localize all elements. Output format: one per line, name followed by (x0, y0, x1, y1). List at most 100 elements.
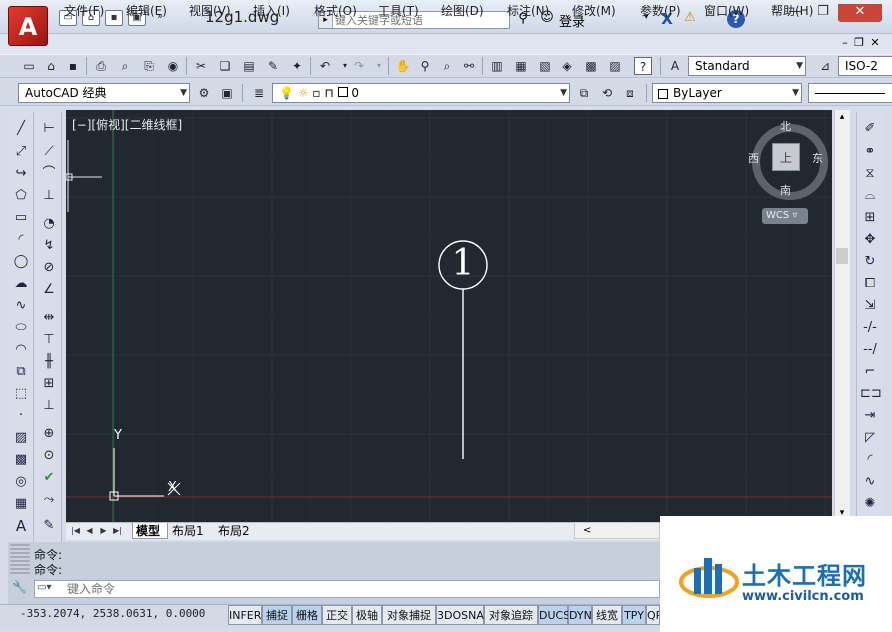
status-infer-button[interactable]: INFER (228, 605, 262, 625)
close-button[interactable]: ✕ (838, 4, 882, 22)
help-toolbar-icon[interactable]: ? (634, 57, 652, 75)
menu-help[interactable]: 帮助(H) (771, 2, 813, 18)
text-style-icon[interactable]: A (666, 57, 684, 75)
undo-icon[interactable]: ↶ (316, 57, 334, 75)
doc-minimize-button[interactable]: – (838, 36, 852, 50)
layer-previous-icon[interactable]: ⟲ (598, 84, 616, 102)
tab-layout2[interactable]: 布局2 (218, 523, 260, 539)
aligned-dimension-icon[interactable]: ⟋ (39, 143, 59, 161)
dimension-style-dropdown[interactable]: ISO-2 (838, 56, 892, 76)
dimension-style-icon[interactable]: ⊿ (816, 57, 834, 75)
stretch-icon[interactable]: ⇲ (860, 297, 880, 315)
tab-model[interactable]: 模型 (132, 523, 168, 539)
menu-view[interactable]: 视图(V) (189, 2, 231, 18)
region-icon[interactable]: ◎ (11, 473, 31, 491)
menu-draw[interactable]: 绘图(D) (441, 2, 484, 18)
drawing-canvas[interactable]: 1 Y X 上 北 南 西 东 WCS ▿ (66, 110, 832, 522)
polyline-icon[interactable]: ↪ (11, 165, 31, 183)
tab-next-icon[interactable]: ▶ (98, 524, 109, 537)
fillet-icon[interactable]: ◜ (860, 451, 880, 469)
command-input[interactable] (67, 581, 647, 597)
redo-dropdown-icon[interactable]: ▾ (370, 57, 388, 75)
vertical-scrollbar[interactable] (834, 110, 850, 522)
status-ortho-button[interactable]: 正交 (322, 605, 352, 625)
menu-edit[interactable]: 编辑(E) (126, 2, 167, 18)
chamfer-icon[interactable]: ◸ (860, 429, 880, 447)
application-menu-button[interactable]: A (8, 6, 48, 46)
continue-dimension-icon[interactable]: ╫ (39, 353, 59, 371)
linear-dimension-icon[interactable]: ⊢ (39, 120, 59, 138)
menu-parametric[interactable]: 参数(P) (640, 2, 681, 18)
hatch-icon[interactable]: ▨ (11, 429, 31, 447)
revision-cloud-icon[interactable]: ☁ (11, 275, 31, 293)
status-snap-button[interactable]: 捕捉 (262, 605, 292, 625)
status-polar-button[interactable]: 极轴 (352, 605, 382, 625)
status-ducs-button[interactable]: DUCS (538, 605, 570, 625)
print-icon[interactable]: ⎙ (92, 57, 110, 75)
command-window-grip[interactable] (10, 544, 30, 576)
status-grid-button[interactable]: 栅格 (292, 605, 322, 625)
zoom-realtime-icon[interactable]: ⚲ (416, 57, 434, 75)
command-input-box[interactable]: ▭▾ (34, 580, 660, 598)
menu-window[interactable]: 窗口(W) (704, 2, 749, 18)
trim-icon[interactable]: -/- (860, 319, 880, 337)
open-icon[interactable]: ⌂ (42, 57, 60, 75)
viewcube-west[interactable]: 西 (748, 150, 762, 165)
baseline-dimension-icon[interactable]: ⊤ (39, 331, 59, 349)
center-mark-icon[interactable]: ⊙ (39, 447, 59, 465)
jogged-dimension-icon[interactable]: ↯ (39, 237, 59, 255)
radius-dimension-icon[interactable]: ◔ (39, 215, 59, 233)
linetype-dropdown[interactable] (808, 83, 892, 103)
status-lineweight-button[interactable]: 线宽 (592, 605, 622, 625)
sheet-set-icon[interactable]: ◈ (558, 57, 576, 75)
make-block-icon[interactable]: ⬚ (11, 385, 31, 403)
markup-icon[interactable]: ▩ (582, 57, 600, 75)
status-tpy-button[interactable]: TPY (622, 605, 646, 625)
break-icon[interactable]: ⊏⊐ (860, 385, 882, 403)
pan-icon[interactable]: ✋ (394, 57, 412, 75)
tab-prev-icon[interactable]: ◀ (84, 524, 95, 537)
clean-screen-icon[interactable]: ▣ (218, 84, 236, 102)
menu-tools[interactable]: 工具(T) (378, 2, 419, 18)
construction-line-icon[interactable]: ⤢ (11, 143, 31, 161)
rotate-icon[interactable]: ↻ (860, 253, 880, 271)
ellipse-arc-icon[interactable]: ◠ (11, 341, 31, 359)
status-3dosnap-button[interactable]: 3DOSNAP (436, 605, 491, 625)
make-current-layer-icon[interactable]: ⧉ (575, 84, 593, 102)
offset-icon[interactable]: ⌓ (860, 187, 880, 205)
insert-block-icon[interactable]: ⧉ (11, 363, 31, 381)
menu-file[interactable]: 文件(F) (64, 2, 104, 18)
mirror-icon[interactable]: ⧖ (860, 165, 880, 183)
workspace-dropdown[interactable]: AutoCAD 经典 ▼ (18, 83, 190, 103)
publish-icon[interactable]: ⎘ (140, 57, 158, 75)
wcs-menu-button[interactable]: WCS ▿ (762, 208, 808, 224)
workspace-settings-icon[interactable]: ⚙ (195, 84, 213, 102)
design-center-icon[interactable]: ▦ (512, 57, 530, 75)
vertical-scroll-thumb[interactable] (836, 248, 848, 264)
doc-close-button[interactable]: ✕ (868, 36, 882, 50)
table-icon[interactable]: ▦ (11, 495, 31, 513)
diameter-dimension-icon[interactable]: ⊘ (39, 259, 59, 277)
dimension-edit-icon[interactable]: ✎ (39, 517, 59, 535)
print-preview-icon[interactable]: ⌕ (116, 57, 134, 75)
viewcube-east[interactable]: 东 (812, 150, 826, 165)
text-style-dropdown[interactable]: Standard ▼ (688, 56, 806, 76)
3d-dwf-icon[interactable]: ◉ (164, 57, 182, 75)
autodesk-exchange-icon[interactable]: ⚠ (681, 10, 699, 26)
circle-icon[interactable]: ◯ (11, 253, 31, 271)
status-qp-button[interactable]: QP (646, 605, 660, 625)
copy-icon[interactable]: ❏ (216, 57, 234, 75)
block-editor-icon[interactable]: ✦ (288, 57, 306, 75)
cursor-coordinates[interactable]: -353.2074, 2538.0631, 0.0000 (20, 607, 220, 623)
angular-dimension-icon[interactable]: ∠ (39, 281, 59, 299)
layer-dropdown[interactable]: 💡 ☼ ▫ ⊓ 0 ▼ (272, 83, 570, 103)
viewcube-top-face[interactable]: 上 (772, 143, 800, 171)
erase-icon[interactable]: ✐ (860, 120, 880, 138)
join-icon[interactable]: ⇥ (860, 407, 880, 425)
dimension-break-icon[interactable]: ⊥ (39, 397, 59, 415)
array-icon[interactable]: ⊞ (860, 209, 880, 227)
arc-length-icon[interactable]: ⌒ (39, 165, 59, 183)
match-properties-icon[interactable]: ✎ (264, 57, 282, 75)
explode-icon[interactable]: ✺ (860, 495, 880, 513)
save-icon[interactable]: ▪ (105, 10, 123, 26)
